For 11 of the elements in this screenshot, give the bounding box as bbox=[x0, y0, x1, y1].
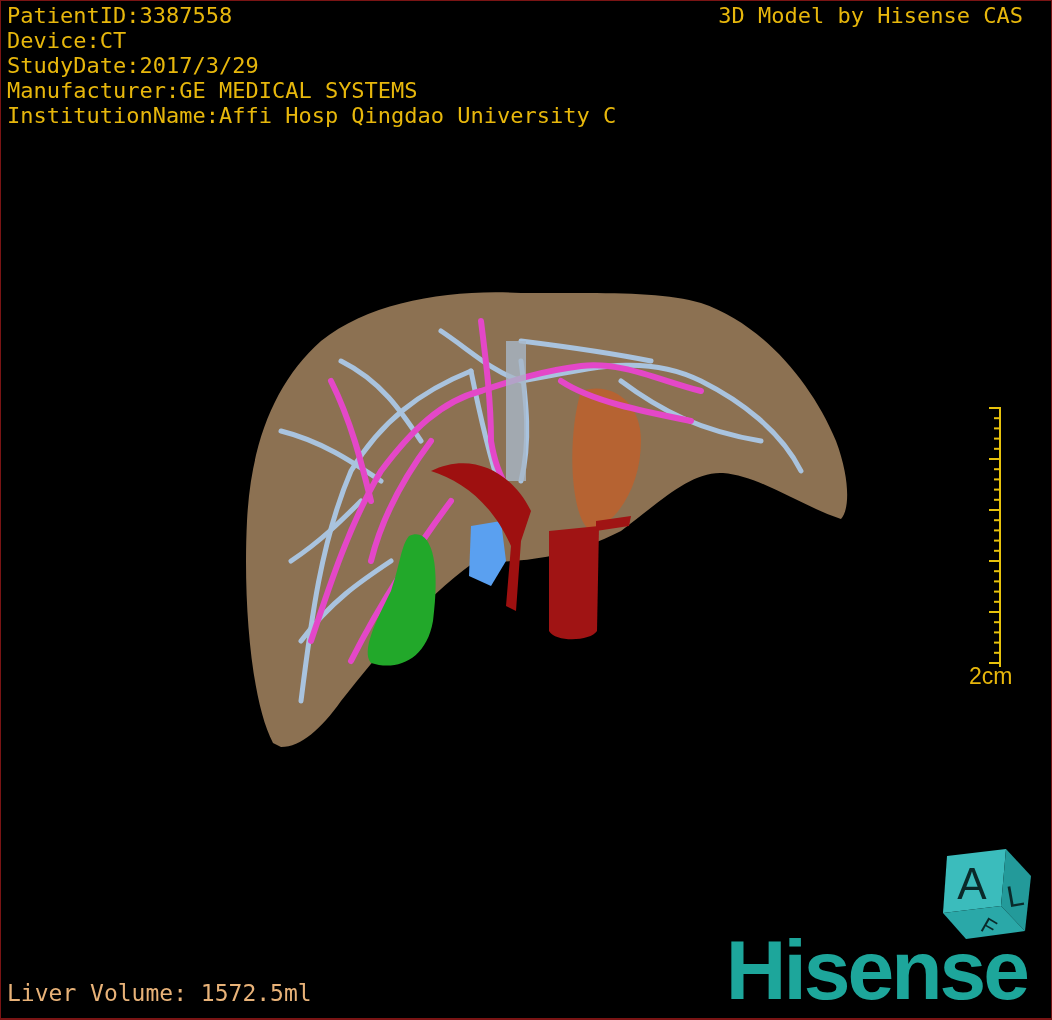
patient-info-text: Manufacturer:GE MEDICAL SYSTEMS bbox=[7, 78, 419, 103]
patient-info-text: StudyDate:2017/3/29 bbox=[7, 53, 260, 78]
scale-label: 2cm bbox=[969, 663, 1013, 690]
credit-text: 3D Model by Hisense CAS bbox=[718, 3, 1023, 28]
patient-info-text: Device:CT bbox=[7, 28, 128, 53]
patient-info-text: InstitutionName:Affi Hosp Qingdao University C bbox=[7, 103, 617, 128]
liver-volume-text: Liver Volume: 1572.5ml bbox=[7, 981, 312, 1006]
cube-face-label: F bbox=[976, 912, 1001, 941]
cube-face-label: A bbox=[957, 859, 987, 908]
cube-face-label: L bbox=[1004, 877, 1027, 914]
patient-info-text: PatientID:3387558 bbox=[7, 3, 234, 28]
